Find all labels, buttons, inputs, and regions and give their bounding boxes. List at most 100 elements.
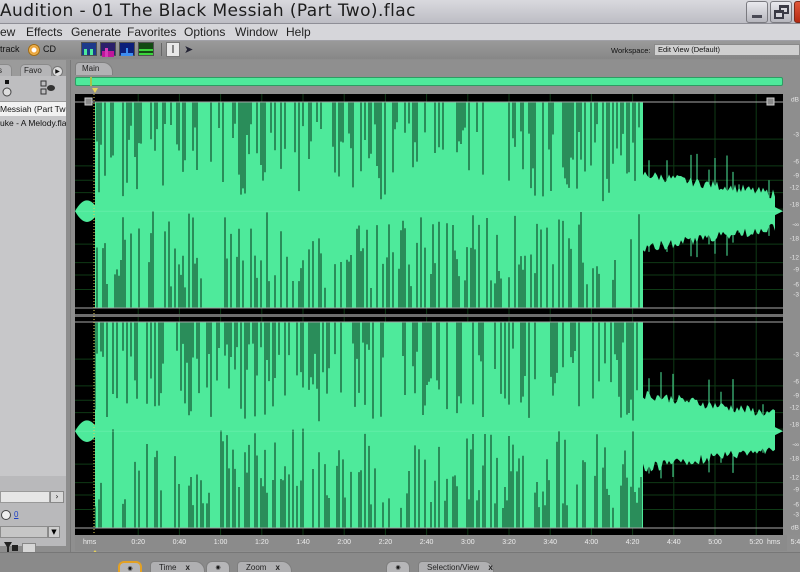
minimize-button[interactable]: [746, 1, 768, 23]
files-panel-footer: › 0 ▼: [0, 476, 66, 554]
time-tick-label: 4:00: [584, 539, 599, 546]
ibeam-icon: I: [171, 43, 175, 56]
volume-value[interactable]: 0: [14, 510, 18, 519]
menu-window[interactable]: Window: [235, 25, 278, 39]
spectral-frequency-view-button[interactable]: [100, 42, 116, 57]
time-ruler[interactable]: hms hms 0:20 0:40 1:00 1:20 1:40 2:00 2:20 2:40…: [75, 535, 800, 551]
waveform-view-icon: [84, 49, 93, 55]
menu-effects[interactable]: Effects: [26, 25, 62, 39]
db-tick-label: -3: [793, 351, 799, 359]
close-selection-view-tab-icon[interactable]: x: [488, 563, 492, 572]
cd-button[interactable]: CD: [43, 44, 56, 54]
restore-button[interactable]: [770, 1, 792, 23]
zoom-navigator-bar[interactable]: [75, 77, 783, 86]
tab-selection-view-label: Selection/View: [427, 563, 480, 572]
menu-bar: ew Effects Generate Favorites Options Wi…: [0, 24, 800, 41]
spectral-phase-view-button[interactable]: [138, 42, 154, 56]
time-tick-label: 3:20: [502, 539, 516, 546]
db-tick-label: -18: [789, 455, 799, 463]
db-unit-label: dB: [791, 524, 799, 532]
waveform-display[interactable]: [75, 94, 783, 535]
spectral-frequency-icon: [102, 48, 114, 57]
dropdown-arrow-icon[interactable]: ▼: [48, 526, 60, 538]
time-tick-label: 5:20: [749, 539, 763, 546]
files-dropdown[interactable]: [0, 526, 48, 538]
db-tick-label: -6: [793, 378, 799, 386]
menu-generate[interactable]: Generate: [71, 25, 121, 39]
file-item-black-messiah[interactable]: Messiah (Part Two: [0, 102, 66, 116]
workspace-label: Workspace:: [611, 46, 651, 55]
time-tick-label: 2:40: [419, 539, 434, 546]
fade-out-handle: [766, 97, 775, 106]
time-tick-label: 4:20: [625, 539, 640, 546]
spectral-phase-icon: [139, 49, 153, 55]
menu-view[interactable]: ew: [0, 25, 15, 39]
playhead-marker-top[interactable]: [92, 88, 98, 93]
time-tick-label: 1:40: [296, 539, 310, 546]
minimize-icon: [752, 15, 762, 18]
files-panel-tabs: s Favo ▶: [0, 60, 66, 77]
audition-window: Audition - 01 The Black Messiah (Part Tw…: [0, 0, 800, 572]
scroll-right-button[interactable]: ›: [50, 491, 64, 503]
tab-zoom[interactable]: Zoom x: [237, 561, 292, 572]
toolbar: track CD I ➤ Workspace: Edit View (Defau…: [0, 41, 800, 59]
window-title: Audition - 01 The Black Messiah (Part Tw…: [0, 1, 416, 21]
tab-time[interactable]: Time x: [150, 561, 205, 572]
marquee-tool[interactable]: ➤: [184, 43, 193, 56]
spectral-pan-icon: [121, 48, 133, 56]
restore-icon-front: [774, 10, 784, 19]
volume-knob[interactable]: [1, 510, 11, 520]
channel-divider: [75, 314, 783, 317]
workspace-select[interactable]: Edit View (Default): [654, 44, 800, 56]
db-tick-label: -18: [789, 201, 799, 209]
transport-panel-menu[interactable]: ◉: [118, 561, 142, 572]
navigator-cursor: [90, 77, 92, 86]
time-tick-label: 0:40: [172, 539, 187, 546]
close-button[interactable]: [794, 1, 800, 23]
show-options-icon[interactable]: [40, 80, 56, 96]
import-file-icon[interactable]: [2, 80, 12, 98]
db-tick-label: -9: [793, 266, 799, 274]
db-tick-label: -9: [793, 392, 799, 400]
db-tick-label: -9: [793, 172, 799, 180]
time-tick-label: 1:20: [254, 539, 269, 546]
time-tick-label: 1:00: [213, 539, 228, 546]
multitrack-button[interactable]: track: [0, 44, 20, 54]
files-panel: s Favo ▶ Messiah (Part Two uke - A Melod…: [0, 60, 66, 554]
db-tick-label: -12: [789, 474, 799, 482]
time-selection-tool[interactable]: I: [166, 42, 180, 57]
tab-time-label: Time: [159, 563, 177, 572]
menu-favorites[interactable]: Favorites: [127, 25, 176, 39]
time-tick-label: 2:00: [337, 539, 351, 546]
db-tick-label: -∞: [792, 441, 799, 449]
waveform-view-button[interactable]: [81, 42, 97, 56]
db-tick-label: -18: [789, 421, 799, 429]
tab-files[interactable]: s: [0, 64, 12, 76]
close-time-tab-icon[interactable]: x: [185, 563, 189, 572]
close-zoom-tab-icon[interactable]: x: [275, 563, 279, 572]
menu-help[interactable]: Help: [286, 25, 311, 39]
db-tick-label: -∞: [792, 221, 799, 229]
time-panel-menu[interactable]: ◉: [206, 561, 230, 572]
time-unit-start: hms: [83, 539, 97, 546]
db-tick-label: -3: [793, 291, 799, 299]
db-tick-label: dB: [791, 96, 799, 104]
menu-options[interactable]: Options: [184, 25, 225, 39]
db-tick-label: -3: [793, 511, 799, 519]
tab-favorites[interactable]: Favo: [20, 64, 52, 76]
file-item-melody[interactable]: uke - A Melody.flac: [0, 116, 66, 130]
db-scale: dB -3 -6 -9 -12 -18 -∞ -18 -12 -9 -6 -3 -3 -6 -9 -12 -18…: [783, 94, 800, 535]
toolbar-separator: [161, 43, 162, 56]
time-tick-label: 0:20: [131, 539, 145, 546]
time-tick-label: 3:40: [543, 539, 557, 546]
time-tick-label: 2:20: [378, 539, 393, 546]
time-tick-label: 4:40: [666, 539, 681, 546]
db-tick-label: -3: [793, 131, 799, 139]
horizontal-scrollbar[interactable]: [0, 491, 50, 503]
title-bar: Audition - 01 The Black Messiah (Part Tw…: [0, 0, 800, 24]
tab-main[interactable]: Main: [75, 62, 113, 75]
zoom-panel-menu[interactable]: ◉: [386, 561, 410, 572]
db-tick-label: -6: [793, 501, 799, 509]
tab-selection-view[interactable]: Selection/View x: [418, 561, 494, 572]
spectral-pan-view-button[interactable]: [119, 42, 135, 56]
